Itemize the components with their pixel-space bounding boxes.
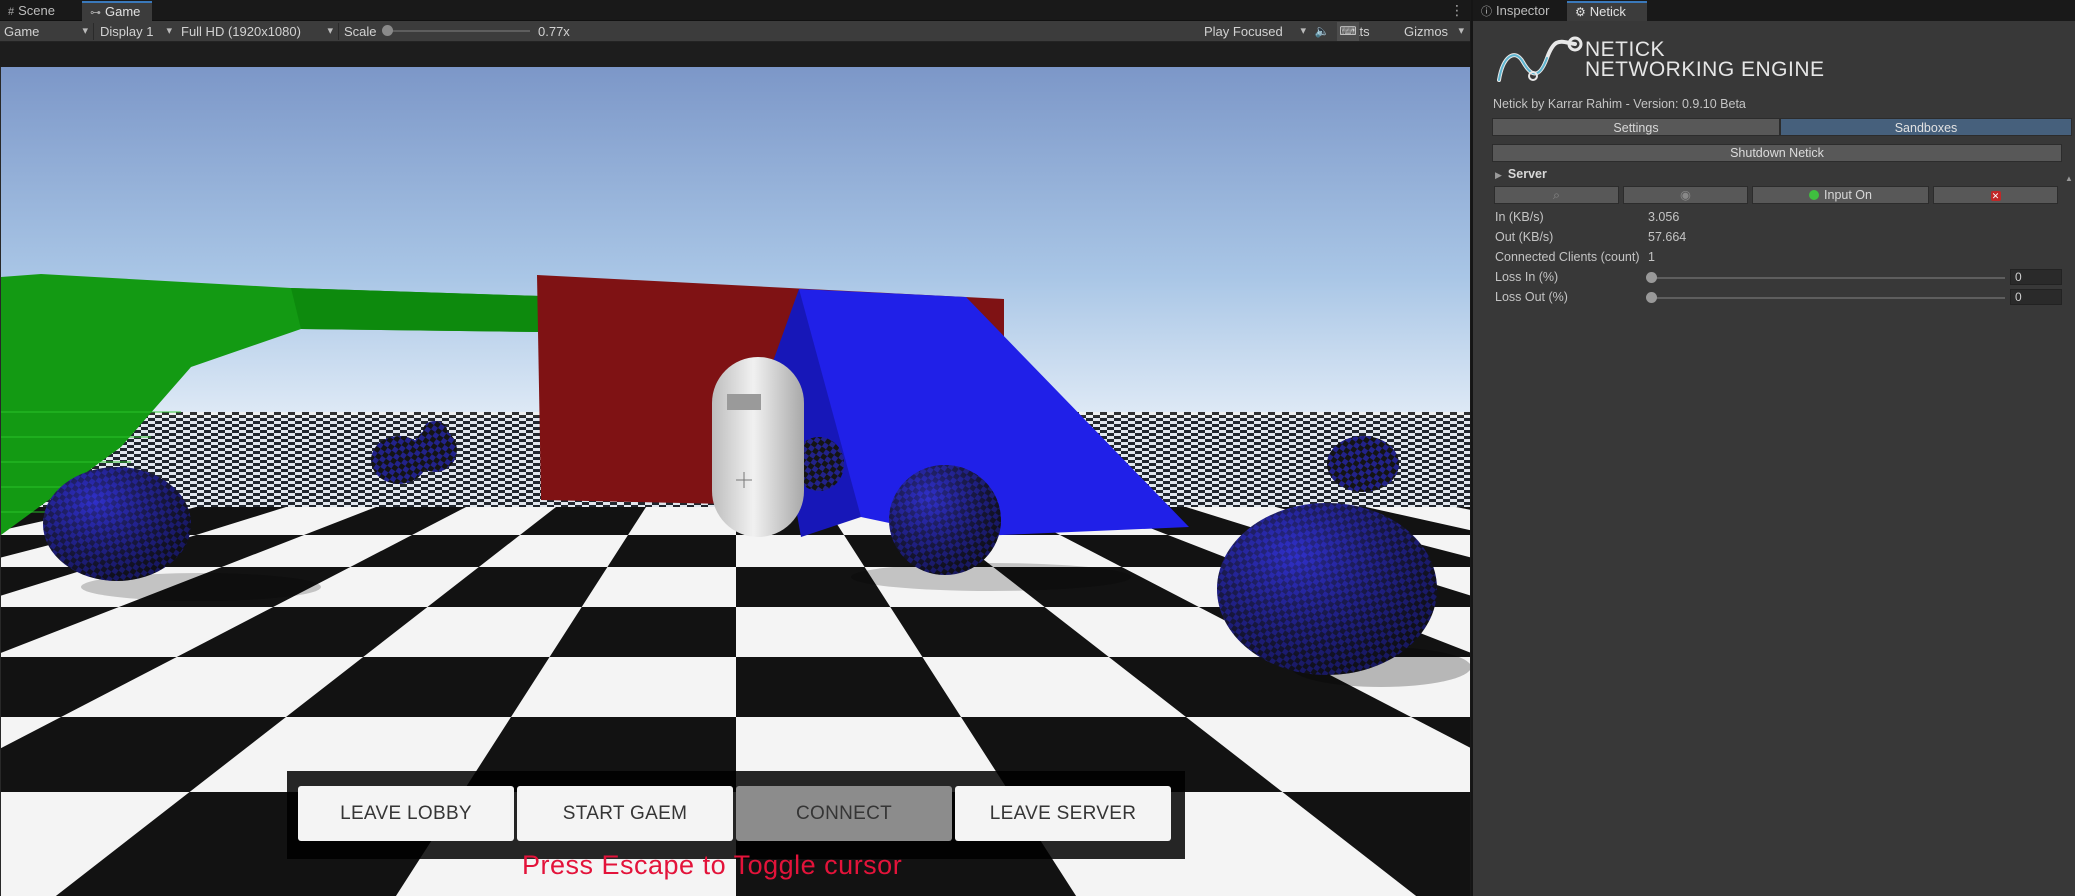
tab-settings[interactable]: Settings (1492, 118, 1780, 136)
leave-lobby-button[interactable]: LEAVE LOBBY (298, 786, 514, 841)
status-dot-icon (1809, 190, 1820, 200)
loss-out-slider-handle[interactable] (1646, 292, 1657, 303)
play-mode-dropdown[interactable]: Play Focused (1200, 21, 1310, 42)
out-kbs-value: 57.664 (1648, 230, 1687, 244)
foldout-arrow-icon: ▶ (1495, 170, 1502, 180)
loss-in-slider-handle[interactable] (1646, 272, 1657, 283)
player-capsule (712, 357, 804, 537)
eye-icon: ◉ (1680, 188, 1691, 202)
loss-out-slider[interactable] (1651, 297, 2005, 299)
magnifier-icon: ⌕ (1552, 188, 1560, 202)
more-menu-icon[interactable]: ⋮ (1450, 2, 1464, 19)
logo-line-1: NETICK (1585, 38, 1666, 61)
netick-logo-icon (1497, 36, 1583, 82)
loss-out-field[interactable]: 0 (2010, 289, 2062, 305)
tab-scene-label: Scene (18, 3, 55, 18)
tab-sandboxes[interactable]: Sandboxes (1780, 118, 2072, 136)
out-kbs-label: Out (KB/s) (1495, 230, 1554, 244)
tab-netick[interactable]: ⚙ Netick (1567, 1, 1647, 21)
info-icon: ⓘ (1481, 6, 1492, 18)
server-foldout[interactable]: ▶ Server (1495, 167, 1547, 181)
version-text: Netick by Karrar Rahim - Version: 0.9.10… (1493, 97, 1746, 111)
scale-slider-handle[interactable] (382, 25, 393, 36)
divider (93, 23, 94, 40)
scroll-up-icon[interactable]: ▲ (2065, 174, 2073, 183)
logo-line-2: NETWORKING ENGINE (1585, 58, 1825, 81)
leave-server-button[interactable]: LEAVE SERVER (955, 786, 1171, 841)
netick-logo-text: NETICK NETWORKING ENGINE (1585, 38, 1825, 81)
resolution-dropdown[interactable]: Full HD (1920x1080) (177, 21, 337, 42)
netick-panel: ⓘ Inspector ⚙ Netick NETICK NETWORKING ENG… (1471, 0, 2075, 896)
game-toolbar: Game Display 1 Full HD (1920x1080) Scale… (0, 21, 1470, 42)
escape-hint-text: Press Escape to Toggle cursor (522, 850, 903, 880)
tab-netick-label: Netick (1589, 4, 1626, 19)
loss-in-field[interactable]: 0 (2010, 269, 2062, 285)
close-sandbox-button[interactable]: ✕ (1933, 186, 2058, 204)
scale-value: 0.77x (538, 24, 570, 39)
left-tab-bar: # Scene ⊶ Game ⋮ (0, 0, 1470, 21)
server-label: Server (1507, 167, 1547, 181)
mute-audio-icon[interactable]: 🔈 (1311, 22, 1333, 41)
connected-clients-value: 1 (1648, 250, 1655, 264)
input-toggle-button[interactable]: Input On (1752, 186, 1929, 204)
display-label: Display 1 (100, 24, 154, 39)
connect-button[interactable]: CONNECT (736, 786, 952, 841)
scale-slider[interactable] (388, 30, 530, 32)
viewport-letterbox (0, 42, 1470, 67)
zoom-button[interactable]: ⌕ (1494, 186, 1619, 204)
gizmos-dropdown[interactable]: Gizmos (1400, 21, 1468, 42)
keyboard-shortcuts-icon[interactable]: ⌨ (1337, 22, 1359, 41)
loss-in-slider[interactable] (1651, 277, 2005, 279)
hash-icon: # (8, 6, 15, 18)
loss-in-label: Loss In (%) (1495, 270, 1559, 284)
play-mode-label: Play Focused (1204, 24, 1283, 39)
divider (338, 23, 339, 40)
tab-inspector[interactable]: ⓘ Inspector (1473, 1, 1567, 21)
in-kbs-label: In (KB/s) (1495, 210, 1544, 224)
gear-icon: ⚙ (1575, 5, 1586, 19)
tab-scene[interactable]: # Scene (0, 1, 82, 21)
tab-inspector-label: Inspector (1496, 3, 1550, 18)
gizmos-label: Gizmos (1404, 24, 1449, 39)
loss-out-label: Loss Out (%) (1495, 290, 1568, 304)
unity-editor: #Scene ⊶ Game ⋮ Game Display 1 Full HD (1… (0, 0, 2075, 896)
scale-label: Scale (344, 24, 377, 39)
visibility-button[interactable]: ◉ (1623, 186, 1748, 204)
close-icon: ✕ (1990, 191, 2001, 201)
right-tab-bar: ⓘ Inspector ⚙ Netick (1473, 0, 2075, 21)
start-game-button[interactable]: START GAEM (517, 786, 733, 841)
shutdown-netick-button[interactable]: Shutdown Netick (1492, 144, 2062, 162)
gamepad-icon: ⊶ (90, 7, 101, 19)
view-mode-label: Game (4, 24, 40, 39)
view-mode-dropdown[interactable]: Game (0, 21, 92, 42)
display-dropdown[interactable]: Display 1 (96, 21, 176, 42)
in-kbs-value: 3.056 (1648, 210, 1680, 224)
input-on-label: Input On (1824, 188, 1872, 202)
tab-game-label: Game (105, 4, 141, 19)
game-panel: #Scene ⊶ Game ⋮ Game Display 1 Full HD (1… (0, 0, 1470, 896)
inspector-scrollbar[interactable]: ▲ (2065, 168, 2073, 896)
resolution-label: Full HD (1920x1080) (181, 24, 301, 39)
connected-clients-label: Connected Clients (count) (1495, 250, 1640, 264)
tab-game[interactable]: ⊶ Game (82, 1, 152, 21)
